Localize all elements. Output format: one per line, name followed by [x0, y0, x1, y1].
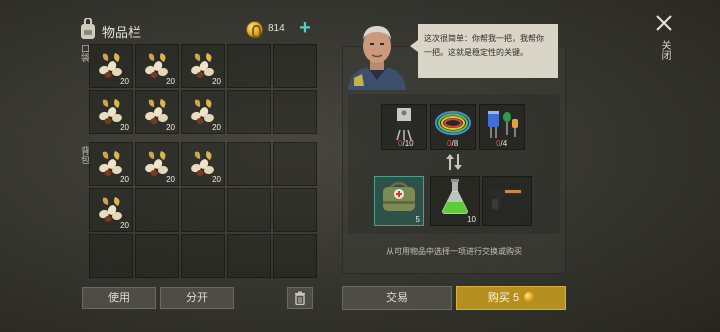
inventory-header: 物品栏 814 + [78, 18, 316, 42]
backpack-slot[interactable] [227, 142, 271, 186]
backpack-slot[interactable] [227, 188, 271, 232]
trash-icon [295, 291, 305, 306]
requirement-slot[interactable]: 0/8 [430, 104, 476, 150]
seeds-icon [191, 151, 214, 176]
backpack-slot[interactable] [181, 234, 225, 278]
slot-qty: 20 [120, 221, 129, 230]
offer-qty: 10 [467, 215, 476, 224]
buy-label: 购买 [487, 292, 510, 304]
swap-arrows-icon [446, 154, 462, 170]
requirement-need: 4 [502, 139, 508, 148]
seeds-icon [99, 99, 122, 124]
seeds-icon [145, 99, 168, 124]
pocket-slot[interactable] [227, 44, 271, 88]
slot-qty: 20 [120, 77, 129, 86]
requirement-have: 0 [496, 139, 501, 148]
backpack-slot[interactable] [273, 188, 317, 232]
pocket-slot[interactable] [273, 90, 317, 134]
backpack-slot[interactable] [135, 188, 179, 232]
use-button[interactable]: 使用 [82, 287, 156, 309]
trade-button[interactable]: 交易 [342, 286, 452, 310]
slot-qty: 20 [166, 77, 175, 86]
close-icon[interactable] [655, 14, 673, 32]
backpack-icon [81, 18, 95, 39]
pocket-slot[interactable]: 20 [181, 44, 225, 88]
pocket-slot[interactable]: 20 [89, 90, 133, 134]
discard-button[interactable] [287, 287, 313, 309]
slot-qty: 20 [166, 123, 175, 132]
requirement-have: 0 [447, 139, 452, 148]
capacitor-icon [488, 111, 518, 138]
pocket-grid: 20 20 20 20 20 20 [89, 44, 317, 134]
chemical-flask-icon [442, 179, 468, 214]
backpack-slot[interactable]: 20 [89, 142, 133, 186]
pocket-slot[interactable]: 20 [135, 90, 179, 134]
backpack-slot[interactable] [181, 188, 225, 232]
backpack-slot[interactable] [273, 142, 317, 186]
offer-qty: 5 [415, 215, 420, 224]
split-button[interactable]: 分开 [160, 287, 234, 309]
offer-slot[interactable]: 10 [430, 176, 480, 226]
pocket-slot[interactable]: 20 [135, 44, 179, 88]
pistol-icon [489, 189, 525, 211]
trader-portrait [348, 26, 406, 90]
seeds-icon [99, 53, 122, 78]
slot-qty: 20 [166, 175, 175, 184]
slot-qty: 20 [212, 175, 221, 184]
requirement-slot[interactable]: 0/4 [479, 104, 525, 150]
backpack-slot[interactable] [135, 234, 179, 278]
slot-qty: 20 [212, 77, 221, 86]
seeds-icon [191, 53, 214, 78]
requirement-have: 0 [398, 139, 403, 148]
backpack-slot[interactable] [89, 234, 133, 278]
slot-qty: 20 [212, 123, 221, 132]
pocket-slot[interactable] [227, 90, 271, 134]
coin-icon [524, 292, 535, 302]
coin-count: 814 [268, 23, 285, 34]
backpack-slot[interactable]: 20 [89, 188, 133, 232]
trade-hint: 从可用物品中选择一项进行交换或购买 [386, 247, 522, 256]
buy-button[interactable]: 购买 5 [456, 286, 566, 310]
requirement-need: 10 [404, 139, 414, 148]
requirement-need: 8 [453, 139, 459, 148]
transistor-icon [396, 108, 412, 141]
requirement-slot[interactable]: 0/10 [381, 104, 427, 150]
coin-icon [246, 21, 263, 38]
pocket-slot[interactable] [273, 44, 317, 88]
backpack-slot[interactable]: 20 [135, 142, 179, 186]
buy-price: 5 [512, 292, 520, 304]
seeds-icon [99, 151, 122, 176]
slot-qty: 20 [120, 175, 129, 184]
wire-coil-icon [434, 110, 472, 136]
backpack-grid: 20 20 20 20 [89, 142, 317, 278]
inventory-title: 物品栏 [102, 25, 142, 40]
seeds-icon [191, 99, 214, 124]
close-label[interactable]: 关闭 [659, 40, 670, 60]
seeds-icon [145, 151, 168, 176]
slot-qty: 20 [120, 123, 129, 132]
backpack-slot[interactable]: 20 [181, 142, 225, 186]
pocket-slot[interactable]: 20 [181, 90, 225, 134]
first-aid-bag-icon [383, 181, 415, 211]
offer-slot[interactable] [482, 176, 532, 226]
backpack-slot[interactable] [227, 234, 271, 278]
pocket-slot[interactable]: 20 [89, 44, 133, 88]
add-coins-button[interactable]: + [296, 18, 314, 38]
seeds-icon [99, 197, 122, 222]
trader-dialog: 这次很简单：你帮我一把，我帮你一把。这就是稳定性的关键。 [410, 24, 558, 78]
seeds-icon [145, 53, 168, 78]
backpack-slot[interactable] [273, 234, 317, 278]
offer-slot[interactable]: 5 [374, 176, 424, 226]
